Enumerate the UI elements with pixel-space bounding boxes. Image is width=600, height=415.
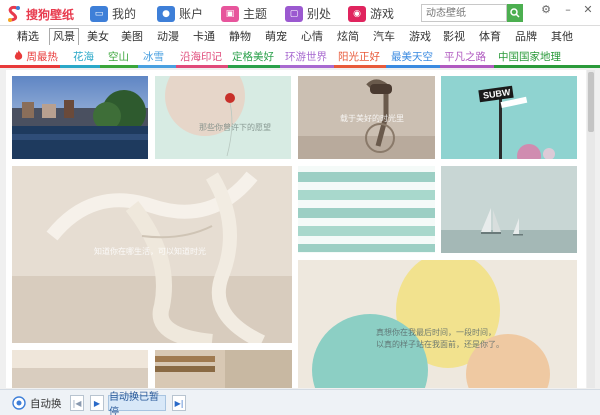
category-item[interactable]: 萌宠 — [262, 29, 290, 44]
category-item[interactable]: 影视 — [440, 29, 468, 44]
tab-theme-label: 主题 — [243, 7, 268, 21]
tag-item[interactable]: 中国国家地理 — [498, 50, 561, 64]
tv-icon: ▢ — [285, 5, 303, 22]
prev-icon: |◀ — [72, 398, 82, 408]
wallpaper-thumb-subway-sign[interactable]: SUBW — [441, 76, 577, 159]
tab-elsewhere-label: 别处 — [307, 7, 332, 21]
tag-item[interactable]: 最美天空 — [391, 50, 433, 64]
category-item[interactable]: 精选 — [14, 29, 42, 44]
scrollbar[interactable] — [587, 70, 595, 388]
category-item[interactable]: 静物 — [226, 29, 254, 44]
search-button[interactable] — [507, 4, 523, 22]
gamepad-icon: ◉ — [348, 5, 366, 22]
tab-games[interactable]: ◉ 游戏 — [348, 3, 394, 24]
tag-hot[interactable]: 周最热 — [14, 50, 58, 64]
tag-item[interactable]: 环游世界 — [285, 50, 327, 64]
tag-bar: 周最热 花海 空山 冰雪 沿海印记 定格美好 环游世界 阳光正好 最美天空 平凡… — [0, 46, 600, 68]
wallpaper-thumb-balloon[interactable]: 那些你曾许下的愿望 — [155, 76, 291, 159]
wallpaper-thumb-canal[interactable] — [12, 76, 148, 159]
category-bar: 精选 风景 美女 美图 动漫 卡通 静物 萌宠 心情 炫简 汽车 游戏 影视 体… — [0, 26, 600, 46]
category-item[interactable]: 心情 — [298, 29, 326, 44]
category-item[interactable]: 动漫 — [154, 29, 182, 44]
tag-item[interactable]: 平凡之路 — [444, 50, 486, 64]
sogou-logo-icon — [6, 5, 22, 23]
tab-elsewhere[interactable]: ▢ 别处 — [285, 3, 331, 24]
category-item[interactable]: 游戏 — [406, 29, 434, 44]
thumb-caption: 真想你在我最后时间，一段时间， — [376, 328, 496, 337]
wallpaper-thumb-bench[interactable] — [155, 350, 292, 388]
category-item[interactable]: 美女 — [84, 29, 112, 44]
auto-switch-label: 自动换 — [30, 397, 62, 410]
category-item[interactable]: 炫简 — [334, 29, 362, 44]
tag-item[interactable]: 花海 — [73, 50, 94, 64]
wallpaper-thumb-sky[interactable] — [12, 350, 148, 388]
category-item[interactable]: 汽车 — [370, 29, 398, 44]
thumb-caption: 以真的样子站在我面前，还是你了。 — [376, 340, 504, 349]
title-bar: 搜狗壁纸 ▭ 我的 ● 账户 ▣ 主题 ▢ 别处 ◉ 游戏 ⚙ – ✕ — [0, 0, 600, 26]
wallpaper-thumb-rope[interactable]: 知道你在哪生活，可以知道时光 — [12, 166, 292, 343]
next-button[interactable]: ▶| — [172, 395, 186, 411]
settings-gear-icon[interactable]: ⚙ — [539, 3, 553, 17]
scrollbar-thumb[interactable] — [588, 72, 594, 132]
thumb-caption: 知道你在哪生活，可以知道时光 — [94, 247, 206, 256]
tab-account-label: 账户 — [179, 7, 204, 21]
user-icon: ● — [157, 5, 175, 22]
play-icon: ▶ — [93, 398, 101, 408]
tag-item[interactable]: 阳光正好 — [338, 50, 380, 64]
tab-theme[interactable]: ▣ 主题 — [221, 3, 267, 24]
category-item[interactable]: 美图 — [118, 29, 146, 44]
play-button[interactable]: ▶ — [90, 395, 104, 411]
app-title: 搜狗壁纸 — [26, 7, 75, 22]
app-logo[interactable]: 搜狗壁纸 — [6, 4, 76, 24]
tag-item[interactable]: 定格美好 — [232, 50, 274, 64]
tag-item[interactable]: 空山 — [108, 50, 129, 64]
close-button[interactable]: ✕ — [581, 3, 595, 17]
category-item-active[interactable]: 风景 — [49, 28, 79, 45]
wallpaper-thumb-stripes[interactable] — [298, 166, 435, 253]
prev-button[interactable]: |◀ — [70, 395, 84, 411]
refresh-icon — [12, 396, 26, 410]
wallpaper-thumb-balloons[interactable]: 真想你在我最后时间，一段时间， 以真的样子站在我面前，还是你了。 — [298, 260, 577, 388]
search-input[interactable] — [421, 4, 507, 22]
wallpaper-thumb-bike[interactable]: 载于美好的时光里 — [298, 76, 435, 159]
category-item[interactable]: 其他 — [548, 29, 576, 44]
bottom-bar: 自动换 |◀ ▶ 自动换已暂停 ▶| — [0, 389, 600, 415]
flame-icon — [14, 50, 23, 60]
status-text: 自动换已暂停 — [108, 392, 166, 415]
monitor-icon: ▭ — [90, 5, 108, 22]
category-item[interactable]: 卡通 — [190, 29, 218, 44]
tab-games-label: 游戏 — [370, 7, 395, 21]
tag-item[interactable]: 沿海印记 — [180, 50, 222, 64]
tab-account[interactable]: ● 账户 — [157, 3, 203, 24]
auto-switch-toggle[interactable]: 自动换 — [12, 395, 62, 411]
thumb-caption: 载于美好的时光里 — [340, 114, 404, 123]
category-item[interactable]: 品牌 — [512, 29, 540, 44]
search-icon — [510, 8, 520, 18]
tag-item[interactable]: 冰雪 — [143, 50, 164, 64]
theme-icon: ▣ — [221, 5, 239, 22]
next-icon: ▶| — [174, 398, 184, 408]
tab-mine-label: 我的 — [112, 7, 137, 21]
minimize-button[interactable]: – — [561, 3, 575, 17]
thumb-caption: 那些你曾许下的愿望 — [199, 123, 271, 132]
category-item[interactable]: 体育 — [476, 29, 504, 44]
tab-mine[interactable]: ▭ 我的 — [90, 3, 136, 24]
wallpaper-thumb-sailboats[interactable] — [441, 166, 577, 253]
wallpaper-grid: 那些你曾许下的愿望 载于美好的时光里 SUBW 知道你在哪生活，可以知道时光 真… — [6, 70, 586, 388]
